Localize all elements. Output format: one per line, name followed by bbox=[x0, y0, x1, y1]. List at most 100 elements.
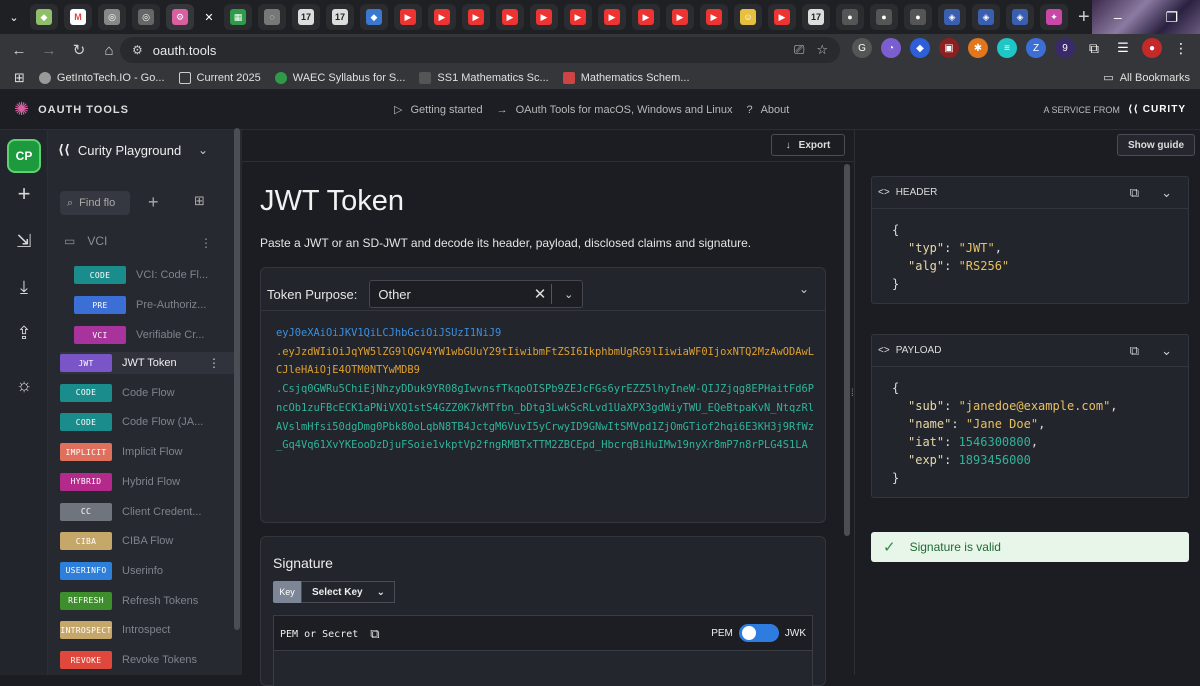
tab-search-icon[interactable]: ⌄ bbox=[4, 4, 24, 30]
bookmark-item[interactable]: WAEC Syllabus for S... bbox=[274, 71, 405, 84]
minimize-icon[interactable]: – bbox=[1114, 9, 1122, 25]
profile-avatar-icon[interactable]: ● bbox=[1142, 38, 1162, 58]
bookmark-item[interactable]: Current 2025 bbox=[178, 71, 261, 84]
new-folder-icon[interactable]: ⊞ bbox=[194, 193, 205, 209]
pem-textarea[interactable] bbox=[274, 650, 812, 686]
sidebar-flow-item[interactable]: CODE Code Flow (JA... bbox=[60, 411, 240, 433]
sidebar-flow-item[interactable]: VCI Verifiable Cr... bbox=[74, 324, 254, 346]
browser-tab[interactable]: ☺ bbox=[734, 4, 762, 30]
sidebar-flow-item[interactable]: CODE VCI: Code Fl... bbox=[74, 264, 254, 286]
bookmark-item[interactable]: GetIntoTech.IO - Go... bbox=[38, 71, 165, 84]
sidebar-flow-item[interactable]: INTROSPECT Introspect bbox=[60, 619, 240, 641]
share-icon[interactable]: ⇪ bbox=[14, 323, 34, 343]
browser-tab[interactable]: ◎ bbox=[132, 4, 160, 30]
browser-tab[interactable]: 17 bbox=[292, 4, 320, 30]
clear-icon[interactable]: ✕ bbox=[534, 285, 547, 303]
browser-tab[interactable]: ◈ bbox=[1006, 4, 1034, 30]
extension-icon[interactable]: G bbox=[852, 38, 872, 58]
browser-tab[interactable]: ✦ bbox=[1040, 4, 1068, 30]
chevron-down-icon[interactable]: ⌄ bbox=[1161, 343, 1172, 359]
browser-tab[interactable]: 17 bbox=[326, 4, 354, 30]
extension-icon[interactable]: ▣ bbox=[939, 38, 959, 58]
browser-tab[interactable]: ▶ bbox=[768, 4, 796, 30]
all-bookmarks[interactable]: ▭ All Bookmarks bbox=[1103, 71, 1190, 85]
sidebar-flow-item[interactable]: HYBRID Hybrid Flow bbox=[60, 471, 240, 493]
address-bar[interactable]: ⚙ oauth.tools ⎚ ☆ bbox=[120, 37, 840, 63]
extension-icon[interactable]: 9 bbox=[1055, 38, 1075, 58]
sidebar-flow-item[interactable]: CODE Code Flow bbox=[60, 382, 240, 404]
back-icon[interactable]: ← bbox=[4, 42, 34, 59]
browser-tab[interactable]: ▶ bbox=[632, 4, 660, 30]
chevron-down-icon[interactable]: ⌄ bbox=[1161, 185, 1172, 201]
extension-icon[interactable]: Z bbox=[1026, 38, 1046, 58]
browser-tab[interactable]: ▦ bbox=[224, 4, 252, 30]
sidebar-flow-item[interactable]: CIBA CIBA Flow bbox=[60, 530, 240, 552]
browser-tab[interactable]: ◈ bbox=[972, 4, 1000, 30]
site-info-icon[interactable]: ⚙ bbox=[132, 43, 143, 57]
browser-tab[interactable]: ◆ bbox=[360, 4, 388, 30]
token-purpose-select[interactable]: Other ✕ ⌄ bbox=[369, 280, 584, 308]
workspace-selector[interactable]: ⟨⟨ Curity Playground bbox=[58, 142, 181, 158]
apps-grid-icon[interactable]: ⊞ bbox=[14, 70, 25, 86]
service-from[interactable]: A SERVICE FROM ⟨⟨ CURITY bbox=[1043, 104, 1186, 115]
jwt-input[interactable]: eyJ0eXAiOiJKV1QiLCJhbGciOiJSUzI1NiJ9 .ey… bbox=[276, 324, 816, 455]
browser-tab[interactable]: ▶ bbox=[462, 4, 490, 30]
folder-menu-icon[interactable]: ⋮ bbox=[200, 236, 212, 250]
browser-tab[interactable]: ● bbox=[836, 4, 864, 30]
sidebar-flow-item[interactable]: REFRESH Refresh Tokens bbox=[60, 590, 240, 612]
browser-tab[interactable]: ▶ bbox=[700, 4, 728, 30]
new-tab-icon[interactable]: + bbox=[1078, 6, 1090, 29]
browser-tab[interactable]: M bbox=[64, 4, 92, 30]
copy-icon[interactable]: ⧉ bbox=[1130, 343, 1139, 359]
extension-icon[interactable]: ◆ bbox=[910, 38, 930, 58]
browser-tab-active[interactable]: ⚙ bbox=[166, 4, 194, 30]
sidebar-flow-item[interactable]: USERINFO Userinfo bbox=[60, 560, 240, 582]
pem-jwk-switch[interactable] bbox=[738, 624, 779, 642]
nav-desktop-app[interactable]: → OAuth Tools for macOS, Windows and Linu… bbox=[497, 103, 733, 116]
copy-icon[interactable]: ⧉ bbox=[1130, 185, 1139, 201]
add-icon[interactable]: + bbox=[14, 183, 34, 205]
find-flow-input[interactable]: ⌕ Find flo bbox=[60, 191, 130, 215]
menu-kebab-icon[interactable]: ⋮ bbox=[1171, 38, 1191, 58]
main-scrollbar[interactable] bbox=[844, 164, 850, 536]
browser-tab[interactable]: ◈ bbox=[938, 4, 966, 30]
download-icon[interactable]: ⤓ bbox=[14, 277, 34, 297]
browser-tab[interactable]: ▶ bbox=[666, 4, 694, 30]
nav-about[interactable]: ? About bbox=[746, 103, 789, 116]
import-icon[interactable]: ⇲ bbox=[14, 231, 34, 251]
chevron-down-icon[interactable]: ⌄ bbox=[564, 288, 573, 301]
browser-tab[interactable]: ▶ bbox=[530, 4, 558, 30]
export-button[interactable]: ↓ Export bbox=[771, 134, 845, 156]
show-guide-button[interactable]: Show guide bbox=[1117, 134, 1195, 156]
browser-tab[interactable]: ▶ bbox=[564, 4, 592, 30]
theme-sun-icon[interactable]: ☼ bbox=[14, 375, 34, 395]
workspace-avatar[interactable]: CP bbox=[7, 139, 41, 173]
folder-vci[interactable]: ▭ VCI bbox=[64, 234, 107, 248]
browser-tab[interactable]: ▶ bbox=[394, 4, 422, 30]
reading-list-icon[interactable]: ☰ bbox=[1113, 38, 1133, 58]
metamask-icon[interactable]: ✱ bbox=[968, 38, 988, 58]
bookmark-star-icon[interactable]: ☆ bbox=[816, 42, 828, 58]
restore-icon[interactable]: ❐ bbox=[1166, 9, 1179, 26]
sidebar-flow-item[interactable]: IMPLICIT Implicit Flow bbox=[60, 441, 240, 463]
sidebar-flow-item[interactable]: PRE Pre-Authoriz... bbox=[74, 294, 254, 316]
forward-icon[interactable]: → bbox=[34, 42, 64, 59]
extension-icon[interactable]: ≡ bbox=[997, 38, 1017, 58]
browser-tab[interactable]: ▶ bbox=[598, 4, 626, 30]
bookmark-item[interactable]: SS1 Mathematics Sc... bbox=[419, 71, 549, 84]
browser-tab[interactable]: ● bbox=[870, 4, 898, 30]
reload-icon[interactable]: ↻ bbox=[64, 41, 94, 59]
app-brand[interactable]: ✺ OAUTH TOOLS bbox=[14, 99, 129, 120]
browser-tab[interactable]: ◆ bbox=[30, 4, 58, 30]
sidebar-flow-item-selected[interactable]: JWT JWT Token ⋮ bbox=[60, 352, 240, 374]
install-app-icon[interactable]: ⎚ bbox=[794, 42, 804, 58]
extensions-puzzle-icon[interactable]: ⧉ bbox=[1084, 38, 1104, 58]
collapse-chevron-icon[interactable]: ⌄ bbox=[799, 282, 809, 296]
close-tab-icon[interactable]: ✕ bbox=[200, 4, 218, 30]
extension-icon[interactable]: ◔ bbox=[881, 38, 901, 58]
browser-tab[interactable]: ▶ bbox=[496, 4, 524, 30]
browser-tab[interactable]: ◌ bbox=[258, 4, 286, 30]
nav-getting-started[interactable]: ▷ Getting started bbox=[394, 103, 483, 117]
bookmark-item[interactable]: Mathematics Schem... bbox=[562, 71, 690, 84]
browser-tab[interactable]: ◎ bbox=[98, 4, 126, 30]
